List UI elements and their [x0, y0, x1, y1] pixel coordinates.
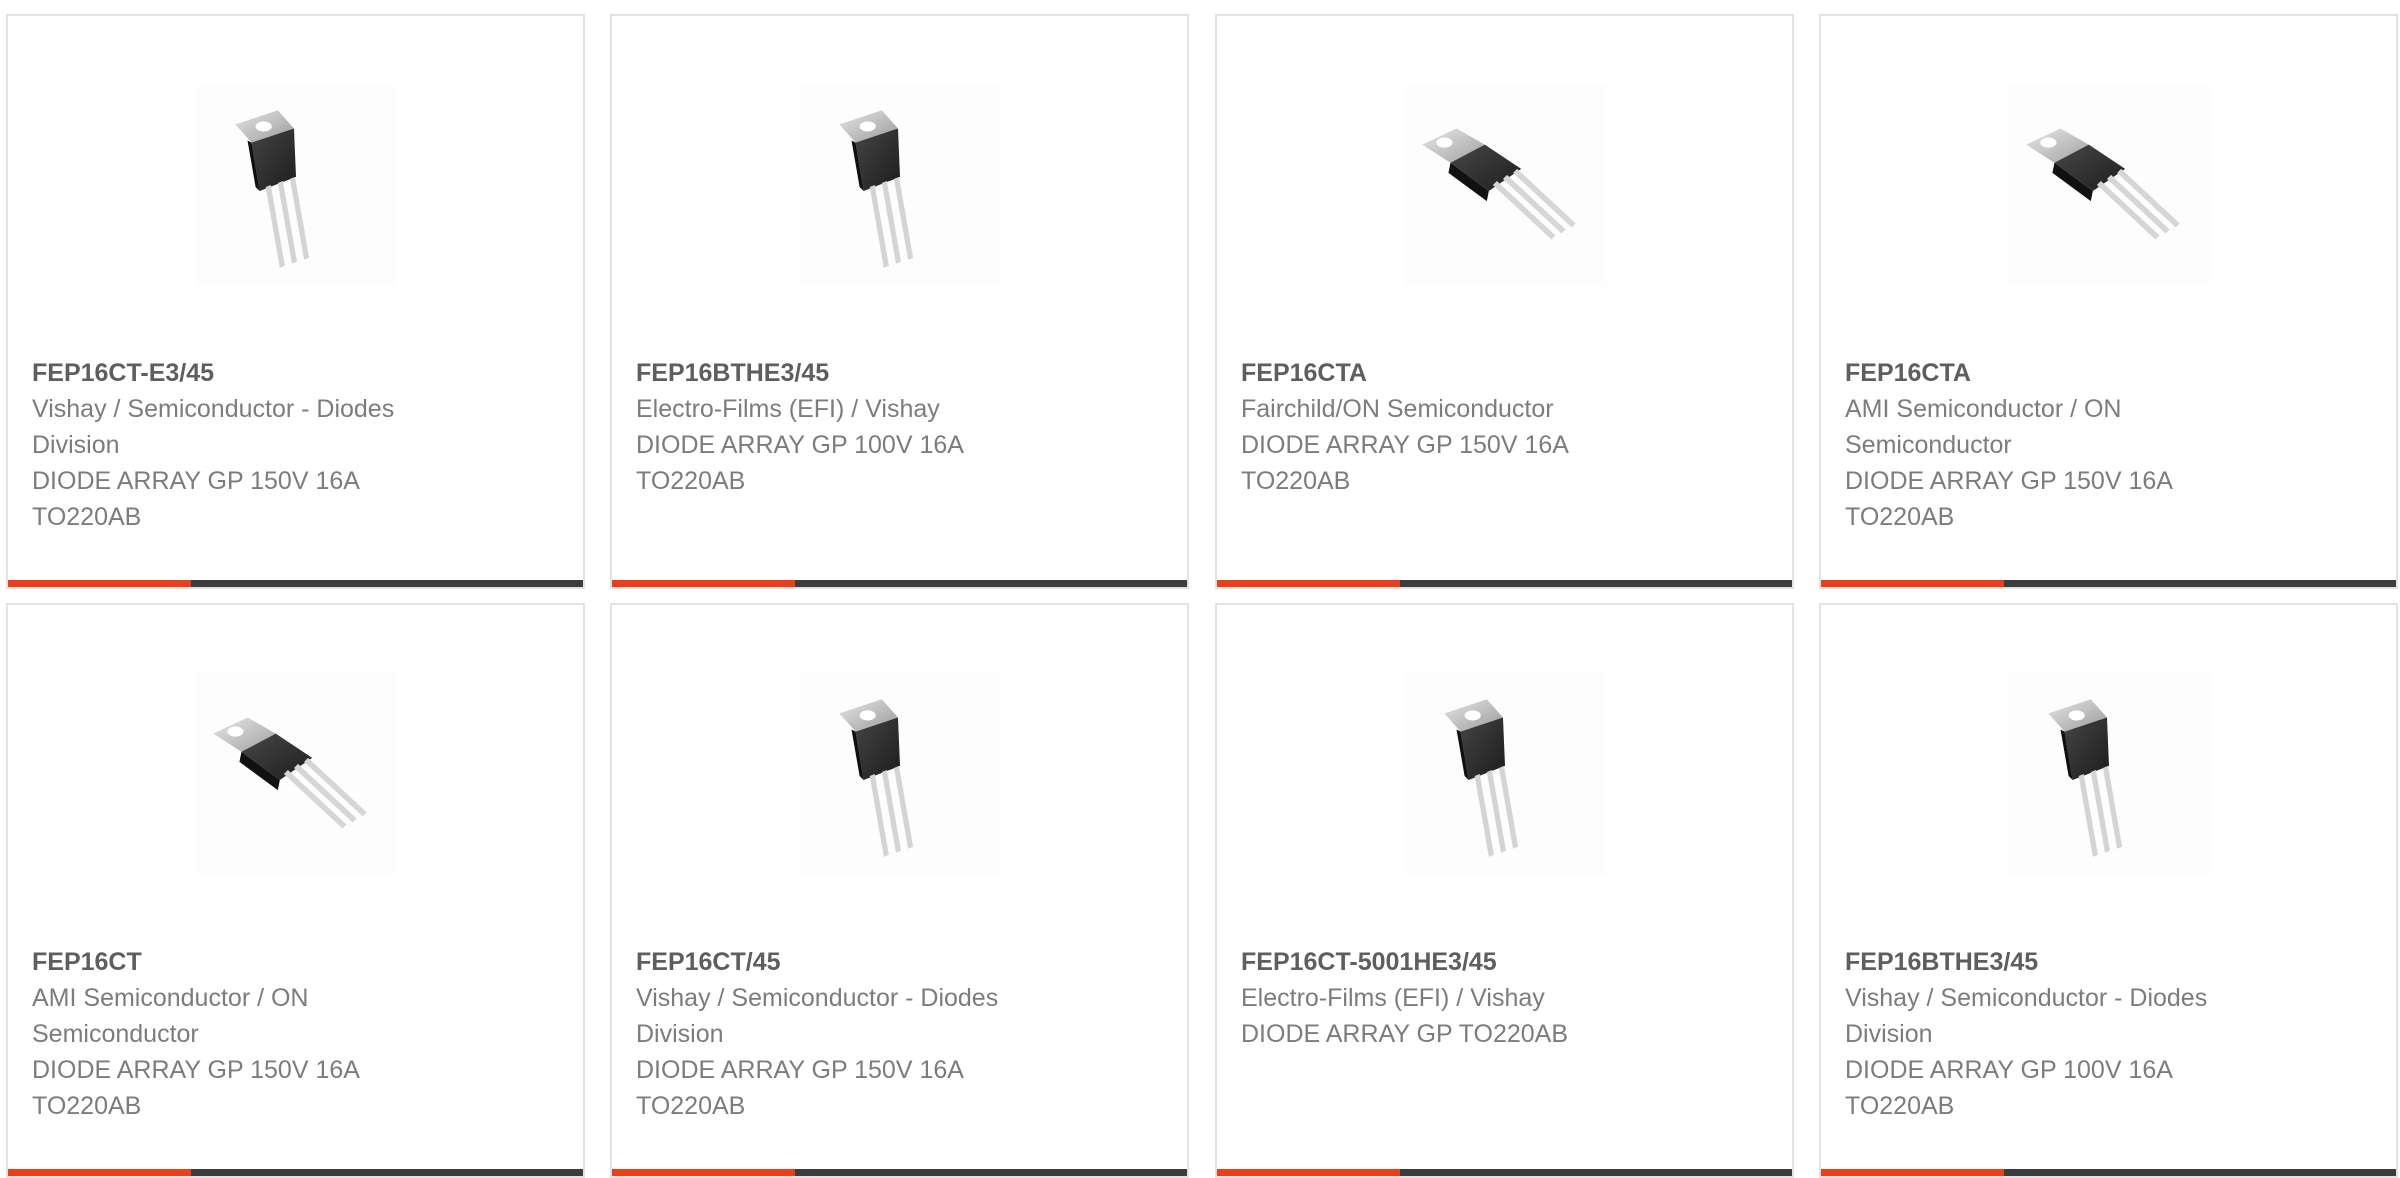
card-accent-bar	[1217, 580, 1400, 587]
part-number[interactable]: FEP16BTHE3/45	[636, 356, 1106, 391]
product-image-area	[8, 16, 583, 356]
description-line: DIODE ARRAY GP 150V 16A	[32, 467, 360, 495]
description-line: DIODE ARRAY GP 100V 16A	[1845, 1056, 2173, 1084]
product-image[interactable]	[1403, 673, 1606, 875]
product-image-area	[1217, 16, 1792, 356]
product-image-area	[8, 605, 583, 945]
card-accent-bar	[1821, 580, 2004, 587]
manufacturer-line: Electro-Films (EFI) / Vishay	[1241, 984, 1545, 1012]
product-image-area	[612, 16, 1187, 356]
description-line: TO220AB	[32, 503, 142, 531]
description-line: DIODE ARRAY GP 150V 16A	[636, 1056, 964, 1084]
manufacturer-line: Division	[636, 1020, 724, 1048]
product-info: FEP16CT/45 Vishay / Semiconductor - Diode…	[636, 945, 1106, 1124]
product-image[interactable]	[2007, 673, 2210, 875]
product-info: FEP16CTA Fairchild/ON Semiconductor DIODE …	[1241, 356, 1711, 499]
description-line: DIODE ARRAY GP TO220AB	[1241, 1020, 1569, 1048]
product-card[interactable]: FEP16CT-5001HE3/45 Electro-Films (EFI) / …	[1215, 603, 1794, 1178]
description-line: TO220AB	[1845, 503, 1955, 531]
card-bottom-bar	[1217, 1169, 1792, 1176]
part-number[interactable]: FEP16CT-5001HE3/45	[1241, 945, 1711, 980]
product-info: FEP16CT-E3/45 Vishay / Semiconductor - Di…	[32, 356, 502, 535]
product-image[interactable]	[798, 673, 1001, 875]
product-image[interactable]	[194, 673, 397, 875]
product-card[interactable]: FEP16BTHE3/45 Electro-Films (EFI) / Visha…	[610, 14, 1189, 589]
manufacturer-line: AMI Semiconductor / ON	[32, 984, 309, 1012]
product-card[interactable]: FEP16CTA AMI Semiconductor / ON Semiconduc…	[1819, 14, 2398, 589]
product-image[interactable]	[194, 84, 397, 286]
description-line: TO220AB	[32, 1092, 142, 1120]
manufacturer-line: Semiconductor	[32, 1020, 199, 1048]
description-line: TO220AB	[636, 1092, 746, 1120]
manufacturer-line: Vishay / Semiconductor - Diodes	[32, 395, 395, 423]
description-line: DIODE ARRAY GP 100V 16A	[636, 431, 964, 459]
description-line: TO220AB	[1845, 1092, 1955, 1120]
description-line: DIODE ARRAY GP 150V 16A	[1845, 467, 2173, 495]
manufacturer-line: Division	[1845, 1020, 1933, 1048]
product-image[interactable]	[2007, 84, 2210, 286]
description-line: DIODE ARRAY GP 150V 16A	[32, 1056, 360, 1084]
product-card[interactable]: FEP16CT AMI Semiconductor / ON Semiconduct…	[6, 603, 585, 1178]
manufacturer-line: Electro-Films (EFI) / Vishay	[636, 395, 940, 423]
part-number[interactable]: FEP16CT/45	[636, 945, 1106, 980]
product-image-area	[612, 605, 1187, 945]
manufacturer-line: Semiconductor	[1845, 431, 2012, 459]
product-info: FEP16CT AMI Semiconductor / ON Semiconduct…	[32, 945, 502, 1124]
manufacturer-line: Vishay / Semiconductor - Diodes	[636, 984, 999, 1012]
card-accent-bar	[1217, 1169, 1400, 1176]
product-card[interactable]: FEP16CT-E3/45 Vishay / Semiconductor - Di…	[6, 14, 585, 589]
card-bottom-bar	[8, 1169, 583, 1176]
part-number[interactable]: FEP16CT-E3/45	[32, 356, 502, 391]
manufacturer-line: Division	[32, 431, 120, 459]
product-card[interactable]: FEP16CTA Fairchild/ON Semiconductor DIODE …	[1215, 14, 1794, 589]
manufacturer-line: Vishay / Semiconductor - Diodes	[1845, 984, 2208, 1012]
product-image[interactable]	[1403, 84, 1606, 286]
part-number[interactable]: FEP16CTA	[1845, 356, 2315, 391]
card-bottom-bar	[1821, 580, 2396, 587]
product-image[interactable]	[798, 84, 1001, 286]
card-accent-bar	[1821, 1169, 2004, 1176]
description-line: DIODE ARRAY GP 150V 16A	[1241, 431, 1569, 459]
card-bottom-bar	[612, 1169, 1187, 1176]
manufacturer-line: AMI Semiconductor / ON	[1845, 395, 2122, 423]
card-accent-bar	[8, 580, 191, 587]
product-image-area	[1821, 16, 2396, 356]
card-accent-bar	[8, 1169, 191, 1176]
part-number[interactable]: FEP16CT	[32, 945, 502, 980]
part-number[interactable]: FEP16CTA	[1241, 356, 1711, 391]
product-info: FEP16CTA AMI Semiconductor / ON Semiconduc…	[1845, 356, 2315, 535]
product-grid: FEP16CT-E3/45 Vishay / Semiconductor - Di…	[0, 0, 2400, 1178]
description-line: TO220AB	[1241, 467, 1351, 495]
part-number[interactable]: FEP16BTHE3/45	[1845, 945, 2315, 980]
product-card[interactable]: FEP16BTHE3/45 Vishay / Semiconductor - Di…	[1819, 603, 2398, 1178]
card-bottom-bar	[1821, 1169, 2396, 1176]
description-line: TO220AB	[636, 467, 746, 495]
card-accent-bar	[612, 1169, 795, 1176]
card-bottom-bar	[8, 580, 583, 587]
product-info: FEP16CT-5001HE3/45 Electro-Films (EFI) / …	[1241, 945, 1711, 1052]
manufacturer-line: Fairchild/ON Semiconductor	[1241, 395, 1554, 423]
product-card[interactable]: FEP16CT/45 Vishay / Semiconductor - Diode…	[610, 603, 1189, 1178]
card-accent-bar	[612, 580, 795, 587]
product-image-area	[1821, 605, 2396, 945]
card-bottom-bar	[1217, 580, 1792, 587]
product-image-area	[1217, 605, 1792, 945]
product-info: FEP16BTHE3/45 Vishay / Semiconductor - Di…	[1845, 945, 2315, 1124]
product-info: FEP16BTHE3/45 Electro-Films (EFI) / Visha…	[636, 356, 1106, 499]
card-bottom-bar	[612, 580, 1187, 587]
